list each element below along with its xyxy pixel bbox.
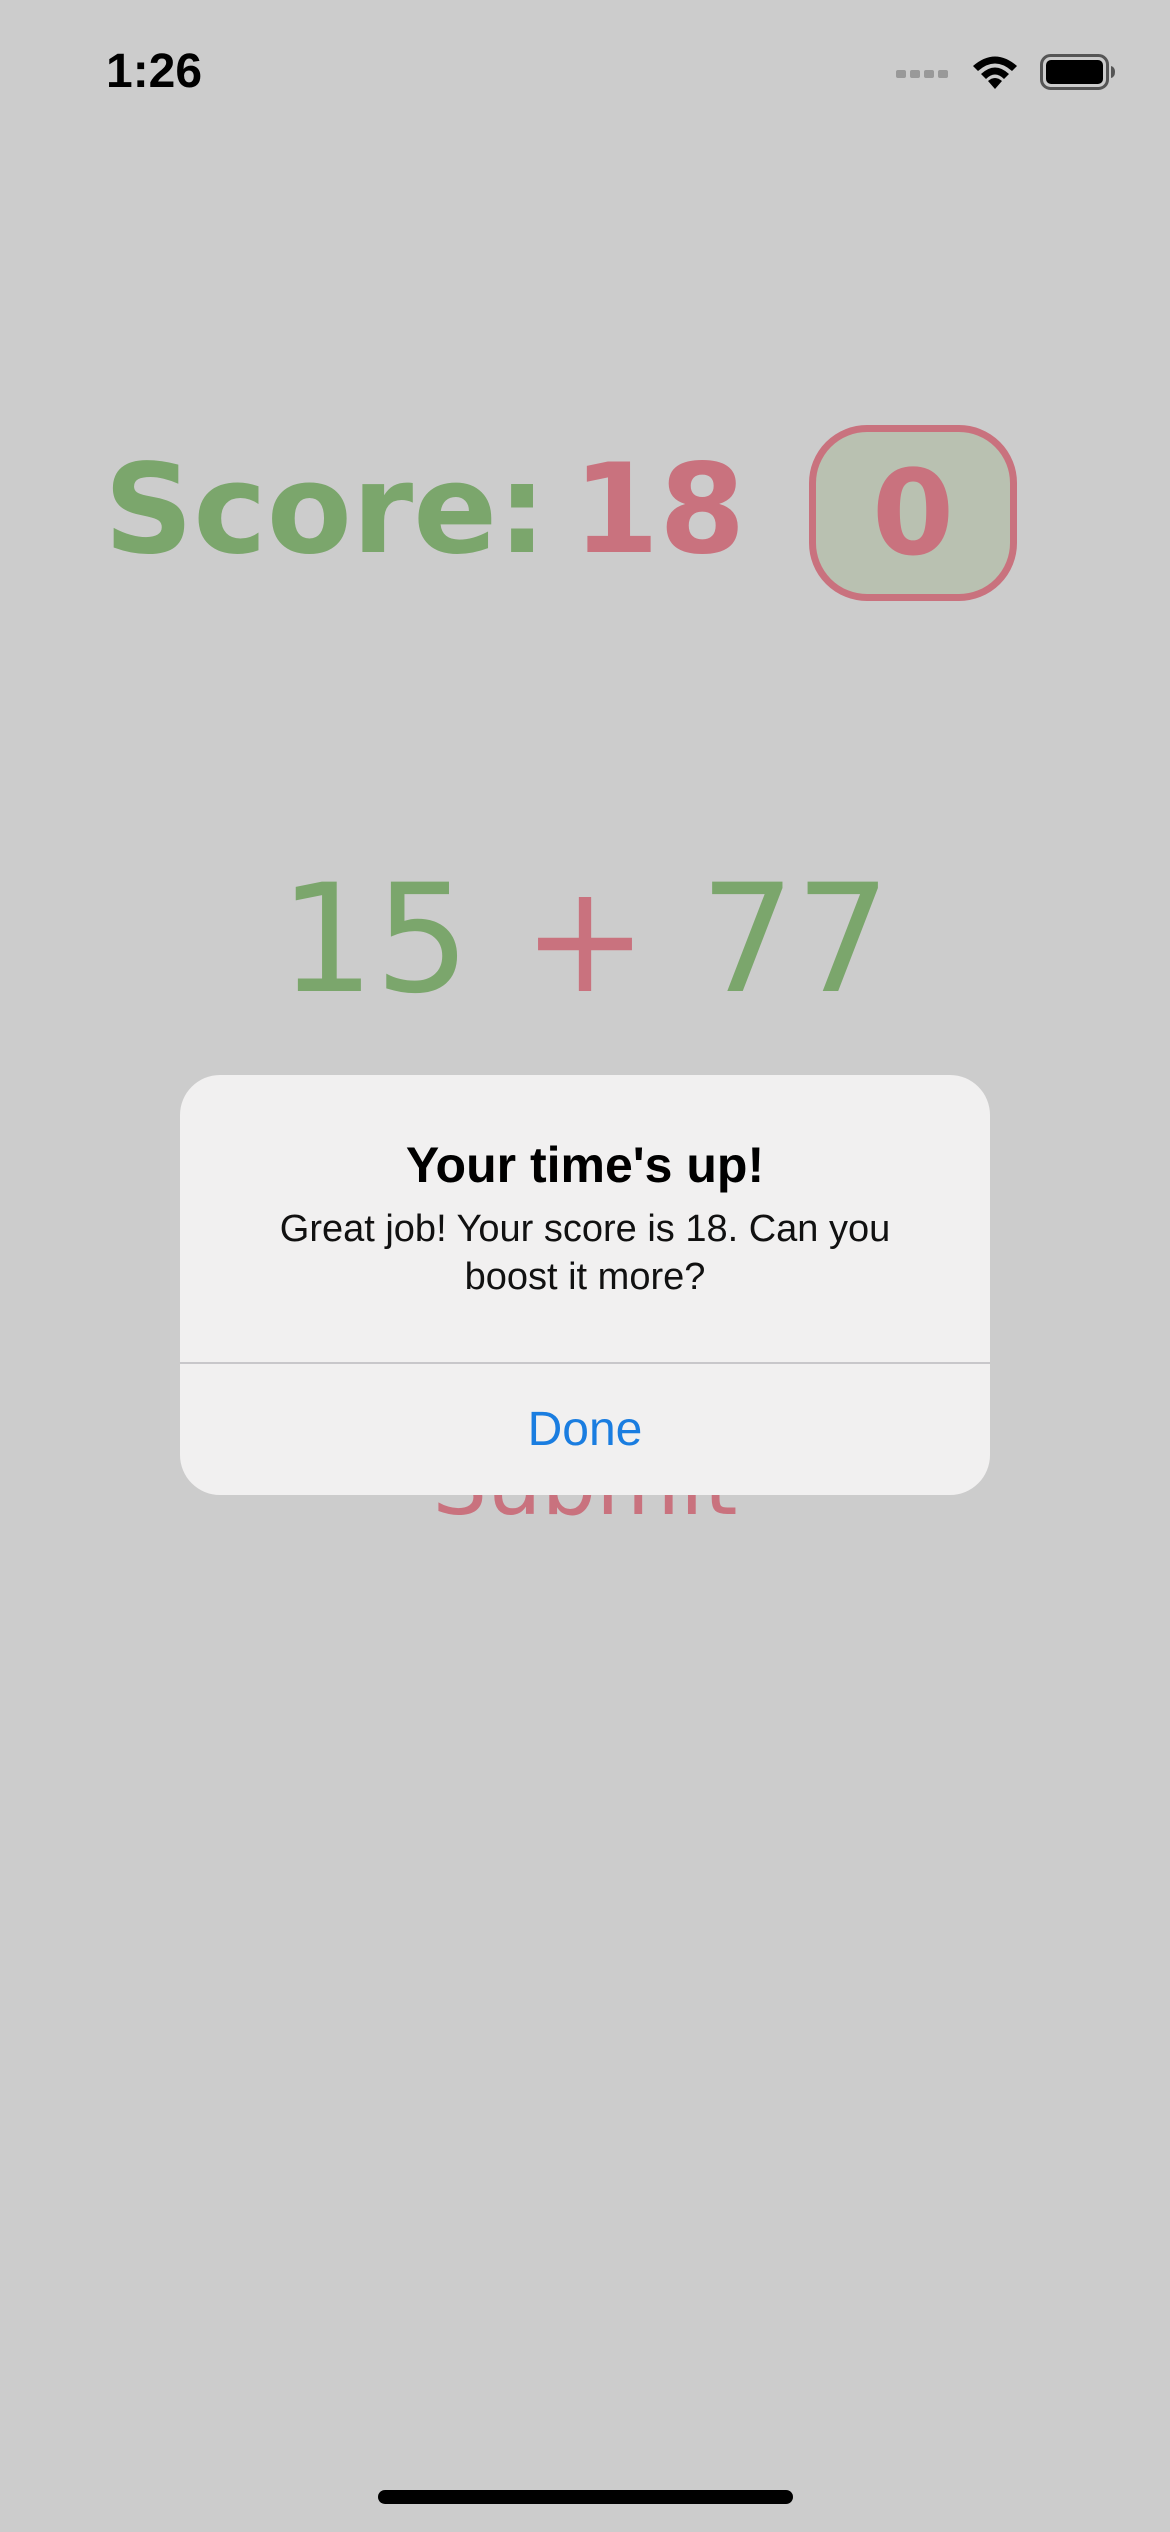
timer-value: 0 xyxy=(871,444,955,582)
right-operand: 77 xyxy=(699,853,891,1027)
score-display: Score: 18 xyxy=(104,430,745,590)
home-indicator[interactable] xyxy=(378,2490,793,2504)
left-operand: 15 xyxy=(279,853,471,1027)
battery-icon xyxy=(1040,54,1116,94)
alert-title: Your time's up! xyxy=(405,1137,765,1193)
time-up-alert: Your time's up! Great job! Your score is… xyxy=(180,1075,990,1495)
score-label: Score: xyxy=(104,438,547,582)
alert-message: Great job! Your score is 18. Can you boo… xyxy=(279,1208,891,1298)
math-problem: 15 +77 xyxy=(0,860,1170,1020)
operator: + xyxy=(522,853,648,1027)
done-button[interactable]: Done xyxy=(180,1364,990,1495)
score-value: 18 xyxy=(572,438,746,582)
status-time: 1:26 xyxy=(106,45,203,98)
cellular-signal-icon xyxy=(896,65,950,84)
wifi-icon xyxy=(970,53,1020,95)
status-icons xyxy=(896,50,1116,98)
game-screen: 1:26 Score: 18 0 15 + 77 Your time's up!… xyxy=(0,0,1170,2532)
timer-badge: 0 xyxy=(809,425,1017,601)
